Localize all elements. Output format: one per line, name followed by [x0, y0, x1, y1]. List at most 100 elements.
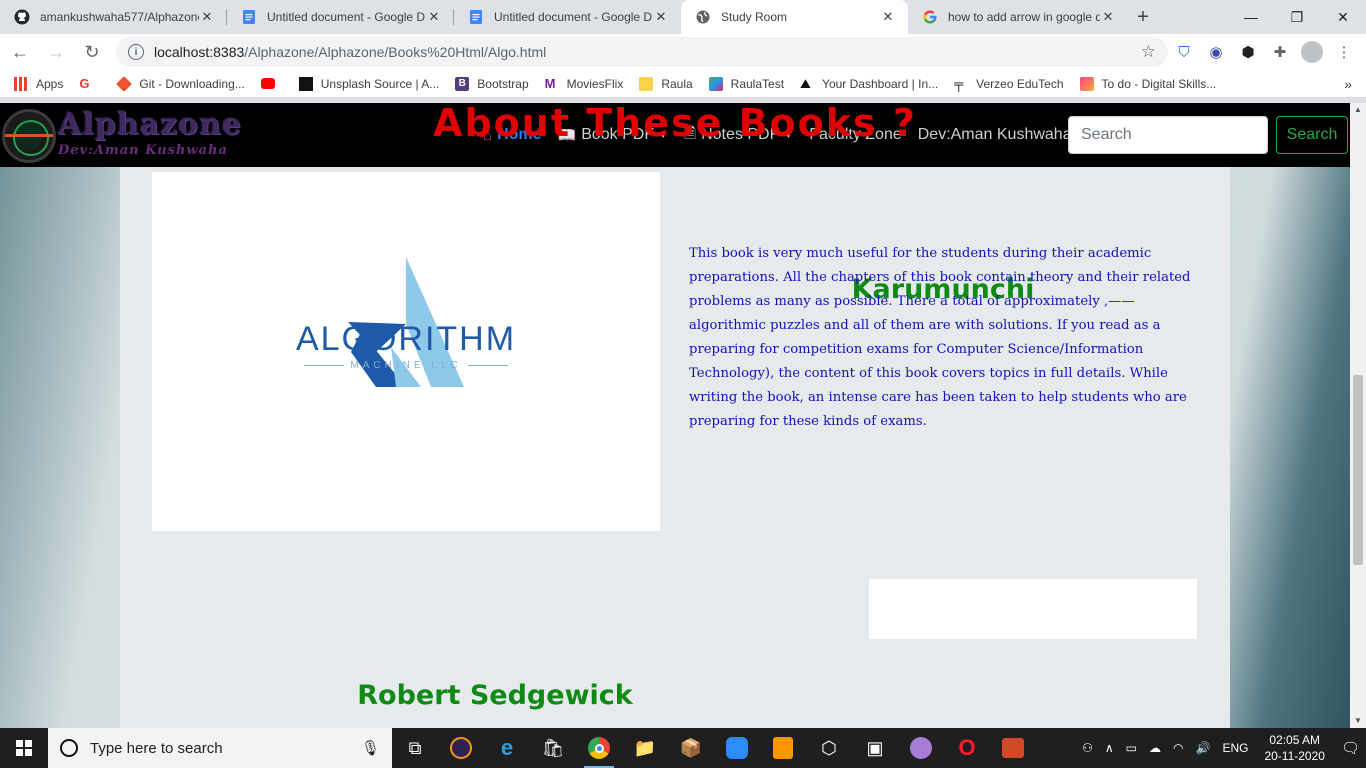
- extensions-puzzle-icon[interactable]: ✚: [1264, 36, 1296, 68]
- tab-title: Study Room: [721, 10, 788, 24]
- tab-close-icon[interactable]: ✕: [880, 9, 896, 25]
- browser-tab[interactable]: how to add arrow in google dc ✕: [908, 0, 1128, 34]
- tab-title: Untitled document - Google D: [267, 10, 426, 24]
- tab-close-icon[interactable]: ✕: [1100, 9, 1116, 25]
- profile-avatar-icon[interactable]: [1296, 36, 1328, 68]
- more-bookmarks-icon[interactable]: »: [1344, 76, 1366, 92]
- extension-owl-icon[interactable]: ◉: [1200, 36, 1232, 68]
- browser-tab-active[interactable]: Study Room ✕: [681, 0, 908, 34]
- back-arrow-icon[interactable]: ←: [4, 36, 36, 68]
- scrollbar-thumb[interactable]: [1353, 375, 1363, 565]
- volume-icon[interactable]: 🔊: [1195, 741, 1210, 755]
- site-brand-sub: Dev:Aman Kushwaha: [58, 143, 228, 158]
- notifications-icon[interactable]: 🗨: [1341, 739, 1360, 757]
- bookmark-label: To do - Digital Skills...: [1101, 76, 1217, 91]
- clock-date: 20-11-2020: [1264, 749, 1325, 763]
- raulatest-icon: [708, 76, 723, 91]
- extension-cube-icon[interactable]: ⬢: [1232, 36, 1264, 68]
- restore-icon[interactable]: ❐: [1274, 0, 1320, 34]
- browser-tab[interactable]: Untitled document - Google D ✕: [454, 0, 681, 34]
- sublime-text-icon[interactable]: [760, 728, 806, 768]
- github-icon: [14, 9, 30, 25]
- bookmarks-bar: Apps G Git - Downloading... Unsplash Sou…: [0, 70, 1366, 98]
- google-icon: G: [79, 75, 90, 91]
- bookmark-unsplash[interactable]: Unsplash Source | A...: [291, 76, 448, 91]
- scroll-up-icon[interactable]: ▲: [1350, 103, 1366, 117]
- bookmark-apps[interactable]: Apps: [0, 76, 71, 91]
- opera-browser-icon[interactable]: O: [944, 728, 990, 768]
- book2-cover-image: [869, 579, 1197, 639]
- address-bar[interactable]: i localhost:8383/Alphazone/Alphazone/Boo…: [116, 37, 1168, 67]
- task-view-icon[interactable]: ⧉: [392, 728, 438, 768]
- bookmark-label: Verzeo EduTech: [976, 76, 1064, 91]
- bookmark-dashboard[interactable]: ⛰ Your Dashboard | In...: [792, 75, 946, 91]
- bookmark-git[interactable]: Git - Downloading...: [109, 75, 252, 92]
- zoom-app-icon[interactable]: [714, 728, 760, 768]
- bookmark-moviesflix[interactable]: M MoviesFlix: [537, 76, 632, 91]
- bookmark-label: Raula: [661, 76, 693, 91]
- bookmark-youtube[interactable]: [253, 78, 291, 89]
- bookmark-google[interactable]: G: [71, 75, 109, 91]
- browser-tab[interactable]: Untitled document - Google D ✕: [227, 0, 454, 34]
- eclipse-app-icon[interactable]: [438, 728, 484, 768]
- url-text[interactable]: localhost:8383/Alphazone/Alphazone/Books…: [154, 44, 1141, 60]
- screen-app-icon[interactable]: ▣: [852, 728, 898, 768]
- wifi-icon[interactable]: ◠: [1173, 741, 1183, 755]
- verzeo-icon: ╤: [954, 75, 964, 91]
- forward-arrow-icon[interactable]: →: [40, 36, 72, 68]
- vpn-shield-icon[interactable]: ⛉: [1168, 36, 1200, 68]
- raula-icon: [639, 76, 654, 91]
- bookmark-verzeo[interactable]: ╤ Verzeo EduTech: [946, 75, 1071, 91]
- github-desktop-icon[interactable]: [898, 728, 944, 768]
- google-docs-icon: [470, 10, 482, 24]
- installer-app-icon[interactable]: 📦: [668, 728, 714, 768]
- browser-toolbar: ← → ↻ i localhost:8383/Alphazone/Alphazo…: [0, 34, 1366, 70]
- cloud-icon[interactable]: ☁: [1149, 741, 1161, 755]
- microphone-icon[interactable]: 🎙: [361, 739, 380, 757]
- globe-icon: [696, 10, 710, 24]
- close-window-icon[interactable]: ✕: [1320, 0, 1366, 34]
- bookmark-raula[interactable]: Raula: [631, 76, 700, 91]
- todo-icon: [1079, 76, 1094, 91]
- taskbar-clock[interactable]: 02:05 AM 20-11-2020: [1264, 732, 1325, 764]
- taskbar-search-box[interactable]: Type here to search 🎙: [48, 728, 392, 768]
- bootstrap-icon: B: [455, 76, 470, 91]
- book1-description: This book is very much useful for the st…: [689, 246, 1191, 429]
- virtualbox-icon[interactable]: ⬡: [806, 728, 852, 768]
- git-icon: [116, 75, 133, 92]
- tab-close-icon[interactable]: ✕: [426, 9, 442, 25]
- chrome-app-icon[interactable]: [576, 728, 622, 768]
- site-info-icon[interactable]: i: [128, 44, 144, 60]
- google-docs-icon: [243, 10, 255, 24]
- menu-kebab-icon[interactable]: ⋮: [1328, 36, 1360, 68]
- dashboard-icon: ⛰: [800, 75, 811, 91]
- browser-tab[interactable]: amankushwaha577/Alphazone ✕: [0, 0, 227, 34]
- page-scrollbar[interactable]: ▲ ▼: [1350, 103, 1366, 728]
- powerpoint-icon[interactable]: [990, 728, 1036, 768]
- language-indicator[interactable]: ENG: [1222, 741, 1248, 755]
- bookmark-star-icon[interactable]: ☆: [1141, 42, 1156, 62]
- bookmark-raulatest[interactable]: RaulaTest: [701, 76, 792, 91]
- new-tab-button[interactable]: +: [1128, 0, 1158, 34]
- tab-close-icon[interactable]: ✕: [199, 9, 215, 25]
- bookmark-label: Unsplash Source | A...: [320, 76, 440, 91]
- minimize-icon[interactable]: —: [1228, 0, 1274, 34]
- tray-chevron-up-icon[interactable]: ∧: [1105, 741, 1114, 755]
- edge-browser-icon[interactable]: e: [484, 728, 530, 768]
- unsplash-icon: [298, 76, 313, 91]
- book-cover-subtitle-text: MACHINE LLC: [350, 360, 462, 371]
- file-explorer-icon[interactable]: 📁: [622, 728, 668, 768]
- bookmark-label: RaulaTest: [730, 76, 785, 91]
- taskbar-search-placeholder: Type here to search: [90, 739, 223, 757]
- battery-icon[interactable]: ▭: [1126, 741, 1137, 755]
- people-icon[interactable]: ⚇: [1082, 741, 1093, 755]
- bookmark-todo[interactable]: To do - Digital Skills...: [1072, 76, 1225, 91]
- tab-close-icon[interactable]: ✕: [653, 9, 669, 25]
- scroll-down-icon[interactable]: ▼: [1350, 714, 1366, 728]
- apps-grid-icon: [14, 76, 28, 91]
- reload-icon[interactable]: ↻: [76, 36, 108, 68]
- bookmark-bootstrap[interactable]: B Bootstrap: [447, 76, 536, 91]
- windows-start-button[interactable]: [0, 728, 48, 768]
- tab-title: amankushwaha577/Alphazone: [40, 10, 199, 24]
- store-icon[interactable]: 🛍: [530, 728, 576, 768]
